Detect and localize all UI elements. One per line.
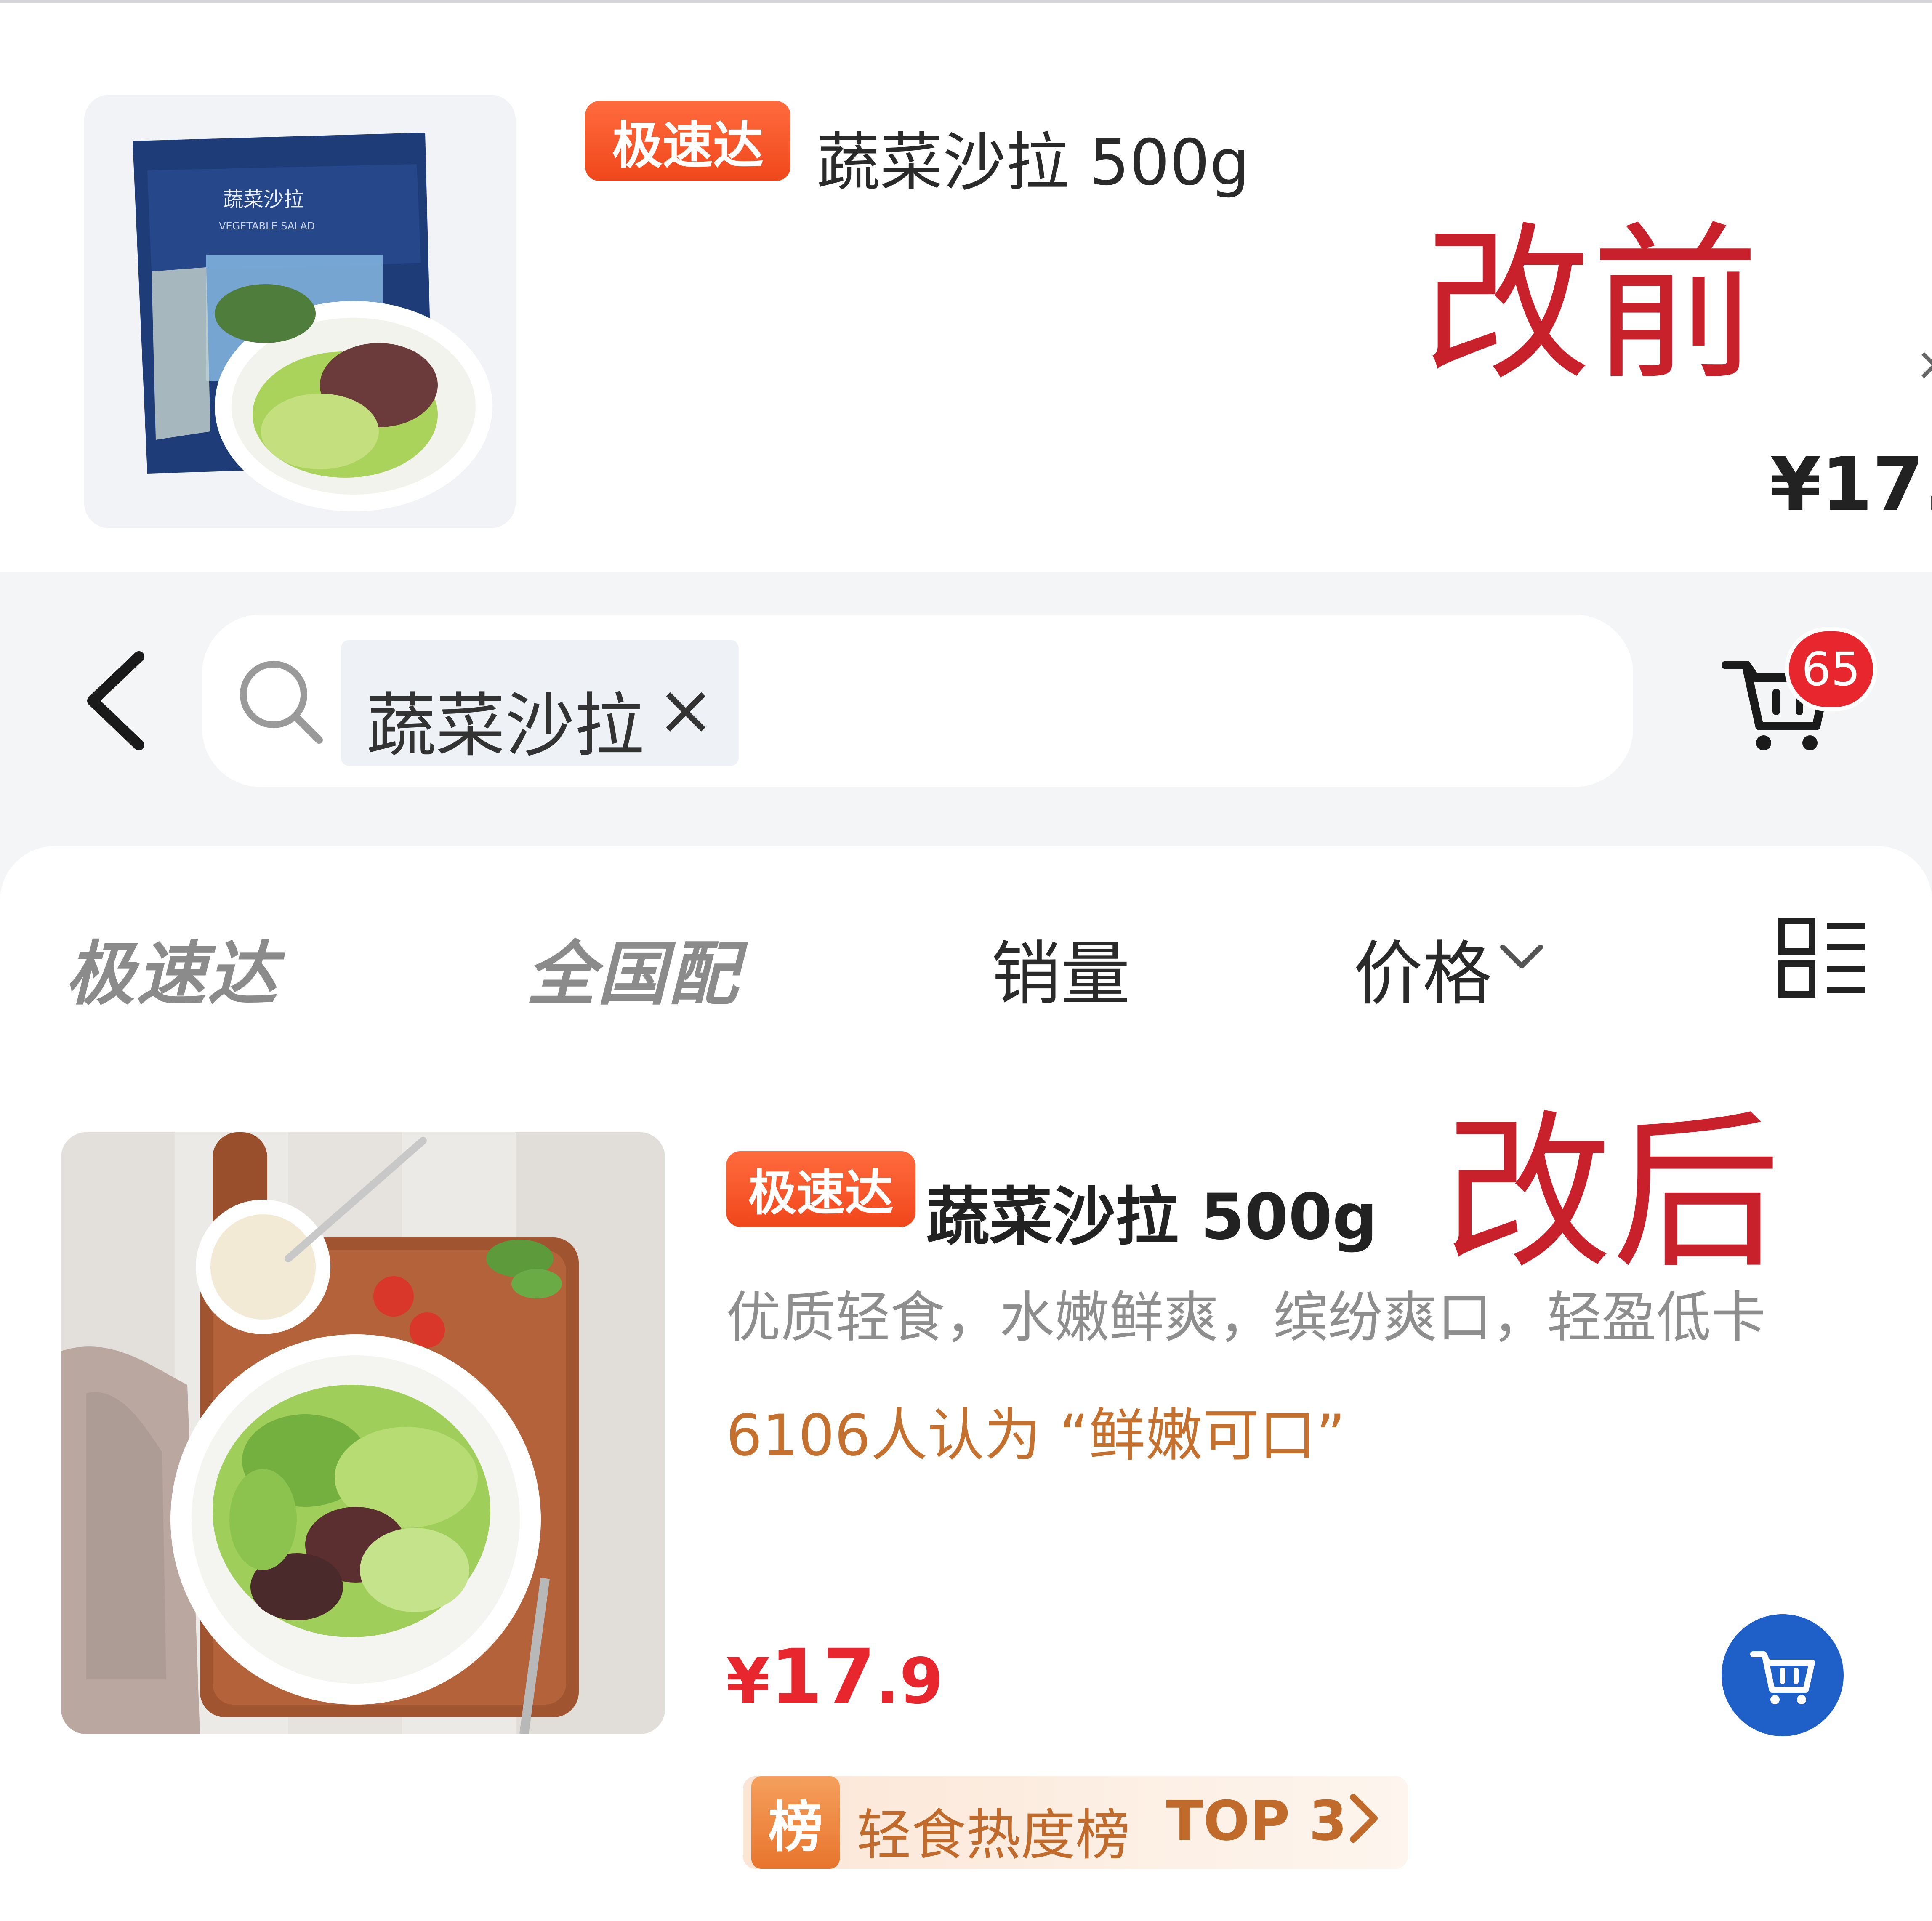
product-description: 优质轻食，水嫩鲜爽，缤纷爽口，轻盈低卡 [726, 1285, 1766, 1349]
clear-search-icon[interactable]: × [657, 669, 715, 750]
price-integer: 17 [770, 1633, 876, 1721]
top-divider [0, 0, 1932, 3]
after-product-image[interactable] [61, 1132, 665, 1734]
product-title[interactable]: 蔬菜沙拉 500g [926, 1166, 1378, 1257]
list-view-icon[interactable] [1778, 918, 1867, 998]
price-decimal: .9 [875, 1645, 944, 1718]
chevron-left-icon[interactable] [76, 648, 160, 753]
cart-icon [1750, 1651, 1815, 1704]
search-term: 蔬菜沙拉 [366, 685, 644, 766]
before-annotation: 改前 [1423, 208, 1759, 403]
tab-price[interactable]: 价格 [1353, 918, 1492, 1018]
price-currency: ¥ [726, 1645, 770, 1718]
tab-express[interactable]: 极速达 [65, 918, 279, 1018]
chevron-down-icon[interactable] [1498, 941, 1545, 974]
before-product-image[interactable]: 蔬菜沙拉 VEGETABLE SALAD [84, 95, 516, 528]
ranking-position: TOP 3 [1166, 1789, 1347, 1853]
package-label: 蔬菜沙拉 [223, 188, 304, 211]
search-icon [240, 661, 323, 744]
ranking-label: 轻食热度榜 [857, 1803, 1131, 1867]
package-sublabel: VEGETABLE SALAD [219, 220, 315, 232]
tab-sales[interactable]: 销量 [991, 918, 1130, 1018]
product-price: ¥17.9 [1770, 442, 1932, 527]
after-annotation: 改后 [1444, 1096, 1780, 1291]
chevron-right-icon [1350, 1794, 1378, 1843]
close-icon[interactable]: × [1915, 337, 1932, 391]
cart-count-badge: 65 [1785, 627, 1877, 711]
tab-nationwide[interactable]: 全国配 [526, 918, 740, 1018]
express-badge: 极速达 [585, 101, 790, 181]
product-price: ¥17.9 [726, 1633, 943, 1721]
review-highlight: 6106人认为 “鲜嫩可口” [726, 1402, 1346, 1469]
product-title[interactable]: 蔬菜沙拉 500g [817, 112, 1250, 203]
ranking-icon: 榜 [751, 1776, 840, 1869]
add-to-cart-button[interactable] [1722, 1614, 1844, 1736]
express-badge: 极速达 [726, 1151, 915, 1227]
